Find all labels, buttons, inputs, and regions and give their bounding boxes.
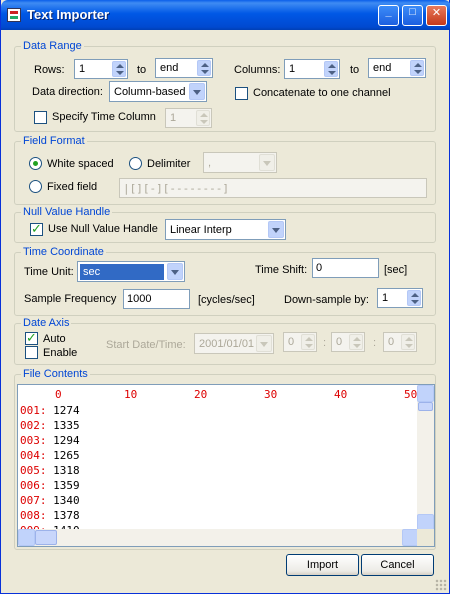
vertical-scroll-thumb[interactable] xyxy=(418,402,433,411)
direction-label: Data direction: xyxy=(32,86,103,98)
minute-stepper[interactable]: 0 xyxy=(331,332,365,352)
enable-checkbox[interactable] xyxy=(25,346,38,359)
window-title: Text Importer xyxy=(27,7,110,22)
columns-label: Columns: xyxy=(234,64,281,76)
cols-from-stepper[interactable]: 1 xyxy=(284,59,340,79)
time-unit-label: Time Unit: xyxy=(24,266,74,278)
concatenate-checkbox[interactable] xyxy=(235,87,248,100)
file-line: 006: 1359 xyxy=(20,479,80,492)
file-contents-viewer[interactable]: 0 10 20 30 40 50 001: 1274 002: 1335 003… xyxy=(17,384,435,547)
horizontal-scrollbar[interactable] xyxy=(18,529,419,546)
enable-label: Enable xyxy=(43,347,78,359)
cols-to-label: to xyxy=(350,64,360,76)
file-line: 001: 1274 xyxy=(20,404,80,417)
rows-label: Rows: xyxy=(34,64,65,76)
time-separator-2: : xyxy=(373,337,377,349)
close-button[interactable]: ✕ xyxy=(426,5,447,26)
concatenate-label: Concatenate to one channel xyxy=(253,87,391,99)
second-stepper[interactable]: 0 xyxy=(383,332,417,352)
null-method-select[interactable]: Linear Interp xyxy=(165,219,286,240)
date-axis-label: Date Axis xyxy=(21,317,72,329)
close-icon: ✕ xyxy=(431,7,442,19)
field-format-label: Field Format xyxy=(21,135,87,147)
minimize-icon: _ xyxy=(385,6,392,18)
time-shift-input[interactable]: 0 xyxy=(312,258,379,278)
auto-label: Auto xyxy=(43,333,66,345)
time-unit-select[interactable]: sec xyxy=(77,261,185,282)
rows-from-stepper[interactable]: 1 xyxy=(74,59,128,79)
null-value-label: Null Value Handle xyxy=(21,206,113,218)
rows-to-stepper[interactable]: end xyxy=(155,58,213,78)
sample-frequency-input[interactable]: 1000 xyxy=(123,289,190,309)
fixed-field-input[interactable]: |[][-][--------] xyxy=(119,178,427,198)
hour-stepper[interactable]: 0 xyxy=(283,332,317,352)
time-column-stepper[interactable]: 1 xyxy=(165,108,212,128)
import-button[interactable]: Import xyxy=(286,554,359,576)
ruler-tick: 50 xyxy=(404,388,418,401)
chevron-down-icon xyxy=(189,83,205,100)
fixed-field-label: Fixed field xyxy=(47,181,98,193)
maximize-icon: □ xyxy=(409,6,416,18)
direction-select[interactable]: Column-based xyxy=(109,81,207,102)
downsample-label: Down-sample by: xyxy=(284,294,369,306)
file-line: 008: 1378 xyxy=(20,509,80,522)
frequency-unit: [cycles/sec] xyxy=(198,294,255,306)
delimiter-label: Delimiter xyxy=(147,158,191,170)
chevron-down-icon xyxy=(268,221,284,238)
cols-to-stepper[interactable]: end xyxy=(368,58,426,78)
ruler-tick: 10 xyxy=(124,388,138,401)
sample-frequency-label: Sample Frequency xyxy=(24,293,117,305)
scroll-left-button[interactable] xyxy=(18,529,35,546)
start-date-select[interactable]: 2001/01/01 xyxy=(194,333,274,354)
minimize-button[interactable]: _ xyxy=(378,5,399,26)
time-column-checkbox[interactable] xyxy=(34,111,47,124)
delimiter-radio[interactable] xyxy=(129,157,142,170)
data-range-label: Data Range xyxy=(21,40,84,52)
use-null-value-label: Use Null Value Handle xyxy=(48,223,158,235)
cancel-button[interactable]: Cancel xyxy=(361,554,434,576)
file-line: 007: 1340 xyxy=(20,494,80,507)
ruler-tick: 0 xyxy=(55,388,62,401)
time-column-label: Specify Time Column xyxy=(52,111,156,123)
chevron-down-icon xyxy=(167,263,183,280)
ruler-tick: 20 xyxy=(194,388,208,401)
white-spaced-radio[interactable] xyxy=(29,157,42,170)
ruler-tick: 40 xyxy=(334,388,348,401)
ruler-tick: 30 xyxy=(264,388,278,401)
vertical-scrollbar[interactable] xyxy=(417,385,434,531)
scroll-up-button[interactable] xyxy=(417,385,434,402)
delimiter-select[interactable]: , xyxy=(203,152,277,173)
time-shift-label: Time Shift: xyxy=(255,264,308,276)
file-line: 002: 1335 xyxy=(20,419,80,432)
file-line: 003: 1294 xyxy=(20,434,80,447)
resize-grip-icon[interactable] xyxy=(435,579,447,591)
time-separator-1: : xyxy=(323,337,327,349)
fixed-field-radio[interactable] xyxy=(29,180,42,193)
scroll-corner xyxy=(417,529,434,546)
auto-checkbox[interactable] xyxy=(25,330,38,346)
time-coordinate-label: Time Coordinate xyxy=(21,246,106,258)
app-icon xyxy=(7,8,21,22)
file-contents-label: File Contents xyxy=(21,368,90,380)
start-date-label: Start Date/Time: xyxy=(106,339,186,351)
text-importer-window: Text Importer _ □ ✕ Data Range Rows: 1 t… xyxy=(0,0,450,594)
rows-to-label: to xyxy=(137,64,147,76)
white-spaced-label: White spaced xyxy=(47,158,114,170)
maximize-button[interactable]: □ xyxy=(402,5,423,26)
use-null-value-checkbox[interactable] xyxy=(30,221,43,237)
file-line: 004: 1265 xyxy=(20,449,80,462)
file-line: 005: 1318 xyxy=(20,464,80,477)
downsample-stepper[interactable]: 1 xyxy=(377,288,423,308)
horizontal-scroll-thumb[interactable] xyxy=(35,530,57,545)
time-shift-unit: [sec] xyxy=(384,264,408,276)
title-bar[interactable]: Text Importer _ □ ✕ xyxy=(1,0,450,30)
